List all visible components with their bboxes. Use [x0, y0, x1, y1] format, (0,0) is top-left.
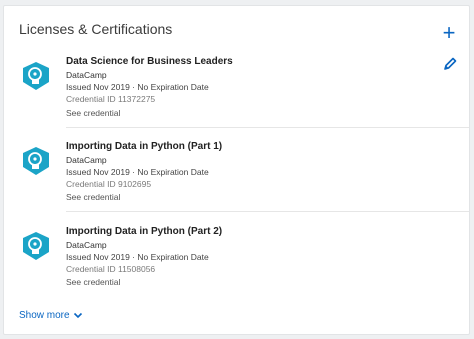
certification-organization: DataCamp — [66, 70, 107, 80]
credential-id: Credential ID 9102695 — [66, 179, 152, 189]
licenses-certifications-card: Licenses & Certifications + Data Science… — [3, 5, 470, 335]
item-divider — [66, 127, 469, 128]
datacamp-logo-icon — [23, 62, 49, 90]
certification-organization: DataCamp — [66, 240, 107, 250]
certification-name[interactable]: Importing Data in Python (Part 2) — [66, 226, 222, 237]
chevron-down-icon — [73, 313, 82, 319]
see-credential-link[interactable]: See credential — [66, 192, 120, 202]
certification-dates: Issued Nov 2019 · No Expiration Date — [66, 252, 209, 262]
edit-certifications-button[interactable] — [442, 56, 458, 72]
show-more-button[interactable]: Show more — [19, 310, 83, 321]
certification-dates: Issued Nov 2019 · No Expiration Date — [66, 82, 209, 92]
plus-icon: + — [442, 20, 456, 45]
certification-name[interactable]: Importing Data in Python (Part 1) — [66, 141, 222, 152]
see-credential-link[interactable]: See credential — [66, 108, 120, 118]
show-more-label: Show more — [19, 310, 70, 321]
add-certification-button[interactable]: + — [438, 20, 460, 45]
pencil-icon — [444, 57, 457, 70]
credential-id: Credential ID 11508056 — [66, 264, 156, 274]
datacamp-logo-icon — [23, 147, 49, 175]
certification-dates: Issued Nov 2019 · No Expiration Date — [66, 167, 209, 177]
certification-name[interactable]: Data Science for Business Leaders — [66, 56, 233, 67]
section-title: Licenses & Certifications — [19, 21, 173, 37]
datacamp-logo-icon — [23, 232, 49, 260]
credential-id: Credential ID 11372275 — [66, 94, 156, 104]
item-divider — [66, 211, 469, 212]
certification-organization: DataCamp — [66, 155, 107, 165]
see-credential-link[interactable]: See credential — [66, 277, 120, 287]
